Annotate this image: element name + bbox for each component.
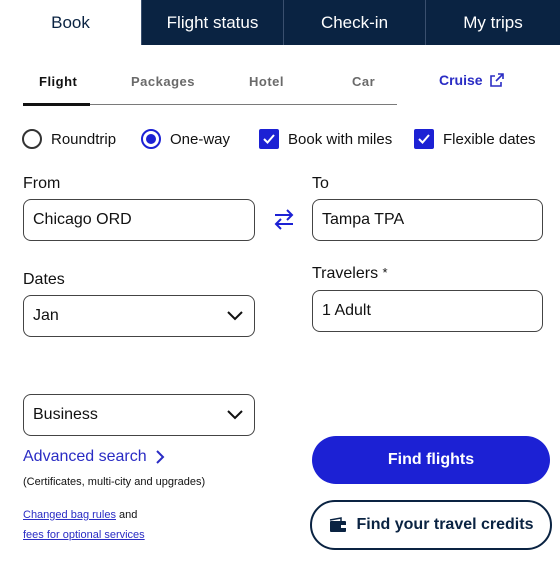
find-travel-credits-button[interactable]: Find your travel credits bbox=[310, 500, 552, 550]
advanced-search-label: Advanced search bbox=[23, 448, 147, 465]
bag-rules-text: Changed bag rules and fees for optional … bbox=[23, 505, 145, 545]
chevron-right-icon bbox=[155, 450, 165, 464]
from-label: From bbox=[23, 175, 61, 192]
travelers-label-text: Travelers bbox=[312, 265, 379, 282]
checkmark-icon bbox=[259, 129, 279, 149]
to-label: To bbox=[312, 175, 329, 192]
to-value: Tampa TPA bbox=[322, 211, 405, 228]
optional-fees-link[interactable]: fees for optional services bbox=[23, 529, 145, 541]
active-subtab-indicator bbox=[23, 103, 90, 106]
cruise-label: Cruise bbox=[439, 72, 483, 88]
tab-book[interactable]: Book bbox=[0, 0, 141, 45]
radio-circle-selected bbox=[141, 129, 161, 149]
cruise-link[interactable]: Cruise bbox=[439, 72, 505, 88]
chevron-down-icon bbox=[227, 410, 243, 420]
subtab-packages[interactable]: Packages bbox=[131, 74, 195, 89]
tab-my-trips[interactable]: My trips bbox=[425, 0, 560, 45]
travel-credit-icon bbox=[329, 517, 346, 532]
find-flights-button[interactable]: Find flights bbox=[312, 436, 550, 484]
checkbox-book-with-miles[interactable]: Book with miles bbox=[259, 128, 392, 150]
radio-roundtrip-label: Roundtrip bbox=[51, 130, 117, 148]
find-flights-label: Find flights bbox=[387, 451, 475, 468]
from-input[interactable]: Chicago ORD bbox=[23, 199, 255, 241]
tab-check-in[interactable]: Check-in bbox=[283, 0, 425, 45]
dates-value: Jan bbox=[33, 307, 59, 324]
dates-label: Dates bbox=[23, 271, 65, 288]
checkmark-icon bbox=[414, 129, 434, 149]
advanced-search-link[interactable]: Advanced search bbox=[23, 448, 165, 466]
from-value: Chicago ORD bbox=[33, 211, 132, 228]
tab-flight-status[interactable]: Flight status bbox=[141, 0, 283, 45]
required-mark: * bbox=[382, 265, 388, 280]
swap-arrows-icon[interactable] bbox=[270, 205, 298, 233]
radio-roundtrip[interactable]: Roundtrip bbox=[22, 128, 116, 150]
subtab-car[interactable]: Car bbox=[352, 74, 375, 89]
chevron-down-icon bbox=[227, 311, 243, 321]
travelers-label: Travelers * bbox=[312, 265, 388, 283]
sub-tabs: Flight Packages Hotel Car bbox=[23, 62, 397, 106]
top-tabs: Book Flight status Check-in My trips bbox=[0, 0, 560, 45]
travelers-value: 1 Adult bbox=[322, 302, 371, 319]
radio-one-way[interactable]: One-way bbox=[141, 128, 230, 150]
find-travel-credits-label: Find your travel credits bbox=[356, 516, 534, 533]
cabin-select[interactable]: Business bbox=[23, 394, 255, 436]
bag-and-text: and bbox=[119, 509, 138, 521]
to-input[interactable]: Tampa TPA bbox=[312, 199, 543, 241]
external-link-icon bbox=[489, 73, 504, 87]
dates-select[interactable]: Jan bbox=[23, 295, 255, 337]
travelers-input[interactable]: 1 Adult bbox=[312, 290, 543, 332]
radio-one-way-label: One-way bbox=[170, 130, 231, 148]
checkbox-flexible-label: Flexible dates bbox=[443, 130, 536, 148]
radio-circle bbox=[22, 129, 42, 149]
checkbox-miles-label: Book with miles bbox=[288, 130, 393, 148]
subtab-hotel[interactable]: Hotel bbox=[249, 74, 284, 89]
cabin-value: Business bbox=[33, 406, 98, 423]
subtab-flight[interactable]: Flight bbox=[39, 74, 77, 89]
changed-bag-rules-link[interactable]: Changed bag rules bbox=[23, 509, 116, 521]
advanced-search-note: (Certificates, multi-city and upgrades) bbox=[23, 476, 206, 488]
checkbox-flexible-dates[interactable]: Flexible dates bbox=[414, 128, 536, 150]
